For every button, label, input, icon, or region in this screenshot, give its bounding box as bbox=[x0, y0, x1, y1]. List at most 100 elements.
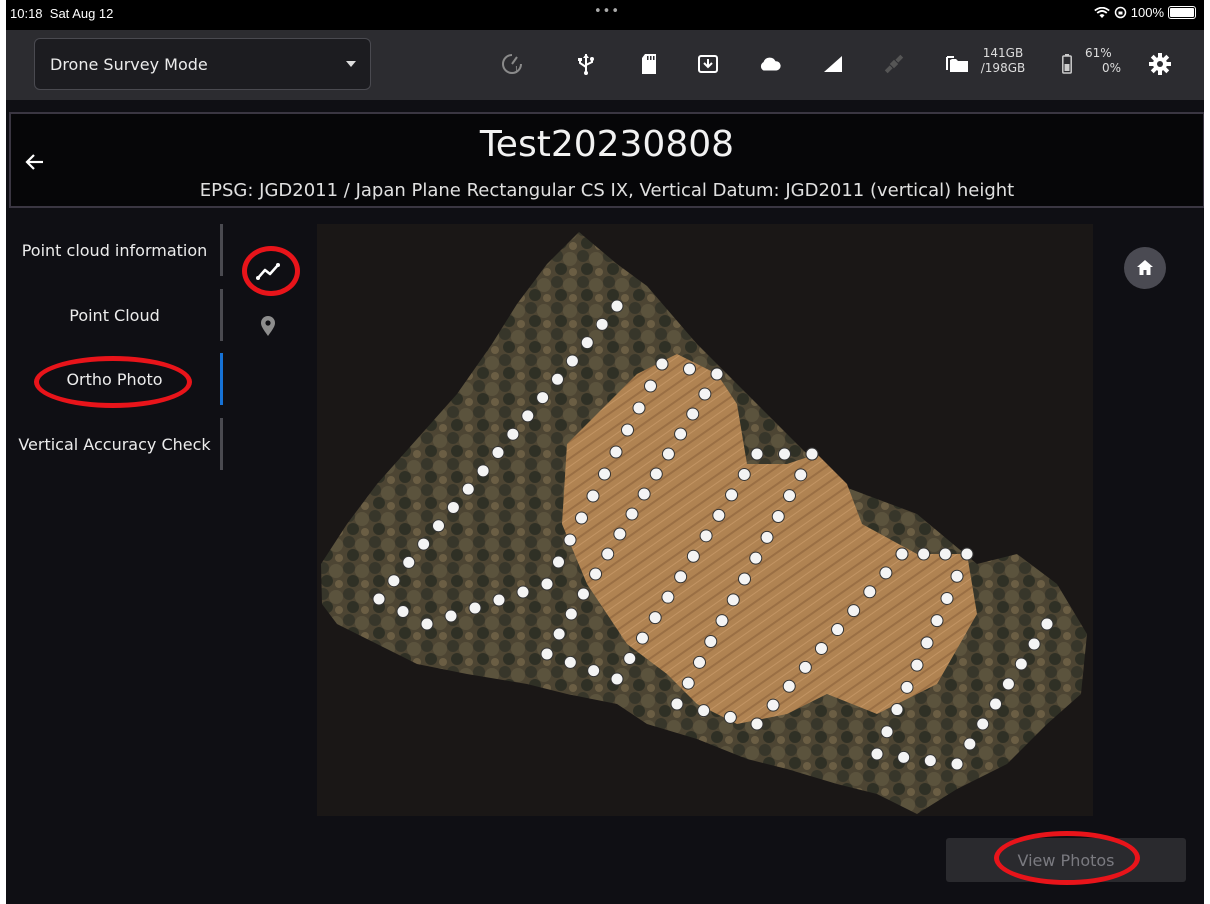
waypoint-marker[interactable] bbox=[831, 623, 845, 637]
usb-icon[interactable] bbox=[574, 52, 598, 76]
waypoint-marker[interactable] bbox=[699, 529, 713, 543]
home-button[interactable] bbox=[1124, 247, 1166, 289]
waypoint-marker[interactable] bbox=[444, 609, 458, 623]
waypoint-marker[interactable] bbox=[648, 611, 662, 625]
waypoint-marker[interactable] bbox=[870, 747, 884, 761]
waypoint-marker[interactable] bbox=[552, 555, 565, 569]
waypoint-marker[interactable] bbox=[1040, 617, 1054, 631]
waypoint-marker[interactable] bbox=[938, 547, 952, 561]
download-icon[interactable] bbox=[696, 52, 720, 76]
waypoint-marker[interactable] bbox=[637, 487, 651, 501]
waypoint-marker[interactable] bbox=[644, 379, 657, 393]
waypoint-marker[interactable] bbox=[710, 367, 724, 381]
waypoint-marker[interactable] bbox=[725, 488, 739, 502]
waypoint-marker[interactable] bbox=[396, 605, 410, 618]
waypoint-marker[interactable] bbox=[712, 508, 726, 522]
waypoint-marker[interactable] bbox=[674, 427, 688, 441]
waypoint-marker[interactable] bbox=[1027, 637, 1041, 651]
waypoint-marker[interactable] bbox=[814, 641, 828, 655]
waypoint-marker[interactable] bbox=[798, 660, 812, 674]
waypoint-marker[interactable] bbox=[610, 299, 624, 313]
waypoint-marker[interactable] bbox=[610, 672, 624, 686]
waypoint-marker[interactable] bbox=[670, 697, 684, 711]
waypoint-marker[interactable] bbox=[1014, 657, 1028, 671]
waypoint-marker[interactable] bbox=[621, 423, 634, 437]
waypoint-marker[interactable] bbox=[686, 407, 700, 421]
waypoint-marker[interactable] bbox=[586, 489, 600, 503]
waypoint-marker[interactable] bbox=[704, 635, 718, 648]
waypoint-marker[interactable] bbox=[778, 447, 791, 461]
waypoint-marker[interactable] bbox=[589, 567, 603, 581]
waypoint-marker[interactable] bbox=[726, 593, 740, 607]
waypoint-marker[interactable] bbox=[879, 566, 893, 580]
waypoint-marker[interactable] bbox=[552, 627, 566, 641]
gps-status-icon[interactable]: ! bbox=[500, 52, 524, 76]
waypoint-marker[interactable] bbox=[372, 592, 386, 606]
ortho-photo-map[interactable] bbox=[317, 224, 1093, 816]
waypoint-marker[interactable] bbox=[492, 593, 506, 607]
waypoint-marker[interactable] bbox=[989, 697, 1003, 711]
waypoint-marker[interactable] bbox=[565, 354, 579, 368]
waypoint-marker[interactable] bbox=[976, 717, 990, 731]
waypoint-marker[interactable] bbox=[1001, 677, 1015, 691]
waypoint-marker[interactable] bbox=[661, 590, 675, 604]
waypoint-marker[interactable] bbox=[575, 511, 588, 525]
map-pin-icon[interactable] bbox=[260, 315, 276, 341]
waypoint-marker[interactable] bbox=[655, 357, 669, 371]
waypoint-marker[interactable] bbox=[506, 427, 520, 441]
waypoint-marker[interactable] bbox=[750, 717, 764, 731]
waypoint-marker[interactable] bbox=[693, 655, 706, 669]
waypoint-marker[interactable] bbox=[563, 533, 577, 547]
waypoint-marker[interactable] bbox=[417, 537, 431, 551]
waypoint-marker[interactable] bbox=[890, 703, 904, 717]
waypoint-marker[interactable] bbox=[540, 577, 554, 591]
waypoint-marker[interactable] bbox=[863, 585, 877, 599]
waypoint-marker[interactable] bbox=[794, 468, 808, 482]
waypoint-marker[interactable] bbox=[432, 519, 445, 533]
nav-vertical-accuracy-check[interactable]: Vertical Accuracy Check bbox=[6, 418, 223, 470]
view-photos-button[interactable]: View Photos bbox=[946, 838, 1186, 882]
waypoint-marker[interactable] bbox=[910, 658, 924, 672]
nav-point-cloud-information[interactable]: Point cloud information bbox=[6, 224, 223, 276]
waypoint-marker[interactable] bbox=[766, 698, 780, 712]
waypoint-marker[interactable] bbox=[491, 446, 505, 459]
waypoint-marker[interactable] bbox=[595, 317, 609, 331]
nav-ortho-photo[interactable]: Ortho Photo bbox=[6, 353, 223, 405]
waypoint-marker[interactable] bbox=[623, 652, 637, 666]
waypoint-marker[interactable] bbox=[737, 467, 751, 481]
waypoint-marker[interactable] bbox=[760, 530, 774, 544]
settings-gear-icon[interactable] bbox=[1148, 52, 1172, 76]
cloud-icon[interactable] bbox=[758, 52, 782, 76]
mode-dropdown[interactable]: Drone Survey Mode bbox=[34, 38, 371, 90]
waypoint-marker[interactable] bbox=[420, 617, 434, 631]
waypoint-marker[interactable] bbox=[681, 676, 695, 690]
waypoint-marker[interactable] bbox=[950, 569, 964, 583]
waypoint-marker[interactable] bbox=[697, 704, 711, 718]
waypoint-marker[interactable] bbox=[723, 710, 737, 724]
waypoint-marker[interactable] bbox=[402, 555, 416, 569]
waypoint-marker[interactable] bbox=[783, 489, 796, 503]
waypoint-marker[interactable] bbox=[540, 647, 554, 661]
waypoint-marker[interactable] bbox=[446, 500, 460, 514]
waypoint-marker[interactable] bbox=[563, 655, 577, 669]
waypoint-marker[interactable] bbox=[920, 636, 934, 650]
waypoint-marker[interactable] bbox=[900, 680, 914, 694]
waypoint-marker[interactable] bbox=[609, 445, 623, 459]
waypoint-marker[interactable] bbox=[880, 725, 894, 739]
waypoint-marker[interactable] bbox=[632, 401, 646, 415]
satellite-icon[interactable] bbox=[882, 52, 906, 76]
waypoint-marker[interactable] bbox=[771, 510, 785, 523]
waypoint-marker[interactable] bbox=[468, 601, 482, 615]
sd-card-icon[interactable] bbox=[637, 52, 661, 76]
waypoint-marker[interactable] bbox=[576, 587, 590, 601]
waypoint-marker[interactable] bbox=[963, 737, 977, 751]
waypoint-marker[interactable] bbox=[461, 482, 475, 496]
waypoint-marker[interactable] bbox=[897, 750, 911, 764]
waypoint-marker[interactable] bbox=[536, 391, 550, 405]
flight-path-icon[interactable] bbox=[253, 257, 283, 287]
waypoint-marker[interactable] bbox=[950, 757, 964, 771]
waypoint-marker[interactable] bbox=[738, 572, 751, 586]
multitask-dots[interactable]: ••• bbox=[594, 4, 620, 19]
waypoint-marker[interactable] bbox=[674, 570, 688, 584]
waypoint-marker[interactable] bbox=[601, 547, 615, 561]
